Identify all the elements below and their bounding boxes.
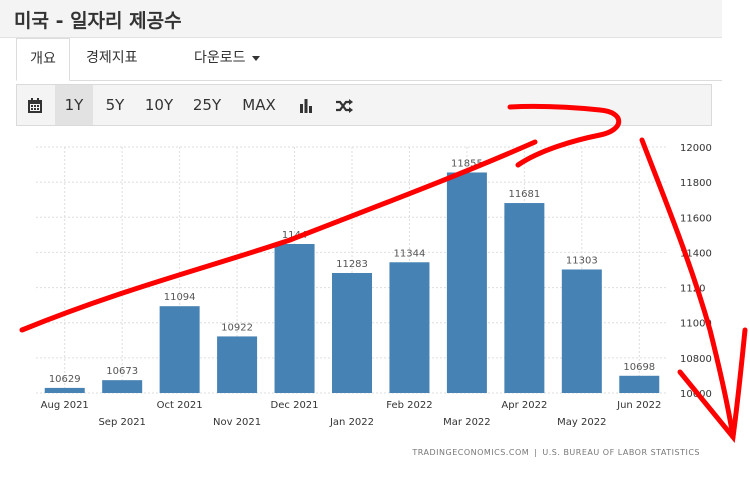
x-tick-label: Feb 2022: [386, 400, 432, 411]
data-label: 11283: [336, 259, 368, 270]
data-label: 10629: [49, 374, 81, 385]
bar: [561, 269, 602, 393]
bar-chart-icon[interactable]: [291, 85, 321, 125]
bar: [274, 243, 315, 393]
chart-area: 10600 10800 11000 1120 11400 11600 11800 12000 1…: [16, 127, 712, 467]
bar: [389, 262, 430, 393]
bar: [619, 375, 660, 393]
tab-indicators[interactable]: 경제지표: [86, 38, 138, 79]
y-tick-label: 11400: [680, 248, 712, 259]
bar-chart: 10600 10800 11000 1120 11400 11600 11800 12000 1…: [36, 143, 712, 428]
tab-download[interactable]: 다운로드: [194, 38, 260, 79]
data-label: 11855: [451, 158, 483, 169]
data-label: 11303: [566, 255, 598, 266]
y-tick-label: 11800: [680, 178, 712, 189]
chevron-down-icon: [251, 55, 260, 61]
data-label: 1144: [282, 230, 307, 241]
y-tick-label: 10600: [680, 389, 712, 400]
range-10y-button[interactable]: 10Y: [139, 85, 179, 125]
data-label: 10922: [221, 322, 253, 333]
bar: [217, 336, 258, 393]
x-tick-label: Oct 2021: [157, 400, 203, 411]
range-25y-button[interactable]: 25Y: [187, 85, 227, 125]
x-tick-label: Apr 2022: [501, 400, 547, 411]
range-5y-button[interactable]: 5Y: [97, 85, 133, 125]
x-tick-label: Sep 2021: [98, 417, 145, 428]
bar: [44, 387, 85, 393]
tab-indicators-label: 경제지표: [86, 50, 138, 66]
bar: [159, 306, 200, 393]
title-bar: 미국 - 일자리 제공수: [0, 0, 722, 38]
source-separator: |: [534, 448, 538, 457]
bar: [504, 203, 545, 393]
tab-bar: 개요 경제지표 다운로드: [16, 38, 722, 81]
data-label: 10698: [623, 362, 655, 373]
chart-source: TRADINGECONOMICS.COM | U.S. BUREAU OF LABO…: [412, 448, 700, 457]
source-site: TRADINGECONOMICS.COM: [412, 448, 530, 457]
data-label: 11094: [164, 292, 196, 303]
calendar-icon[interactable]: [17, 85, 53, 125]
x-tick-label: May 2022: [557, 417, 606, 428]
range-1y-button[interactable]: 1Y: [55, 85, 93, 125]
data-label: 10673: [106, 366, 138, 377]
bar: [332, 272, 372, 393]
source-agency: U.S. BUREAU OF LABOR STATISTICS: [542, 448, 700, 457]
x-tick-label: Nov 2021: [213, 417, 261, 428]
tab-overview[interactable]: 개요: [16, 38, 70, 81]
page-title: 미국 - 일자리 제공수: [14, 10, 182, 32]
shuffle-icon[interactable]: [329, 85, 359, 125]
x-tick-label: Aug 2021: [41, 400, 89, 411]
y-tick-label: 12000: [680, 143, 712, 154]
data-label: 11344: [394, 248, 426, 259]
tab-download-label: 다운로드: [194, 50, 246, 66]
x-tick-label: Mar 2022: [443, 417, 491, 428]
range-max-button[interactable]: MAX: [237, 85, 281, 125]
x-tick-label: Jun 2022: [616, 400, 661, 411]
y-tick-label: 11600: [680, 213, 712, 224]
x-tick-label: Dec 2021: [271, 400, 319, 411]
bar: [102, 380, 143, 393]
y-tick-label: 11000: [680, 319, 712, 330]
y-tick-label: 10800: [680, 354, 712, 365]
x-tick-label: Jan 2022: [329, 417, 374, 428]
tab-overview-label: 개요: [30, 51, 56, 67]
data-label: 11681: [508, 189, 540, 200]
bar: [446, 172, 487, 393]
chart-toolbar: 1Y 5Y 10Y 25Y MAX: [16, 84, 712, 126]
y-tick-label: 1120: [680, 284, 705, 295]
